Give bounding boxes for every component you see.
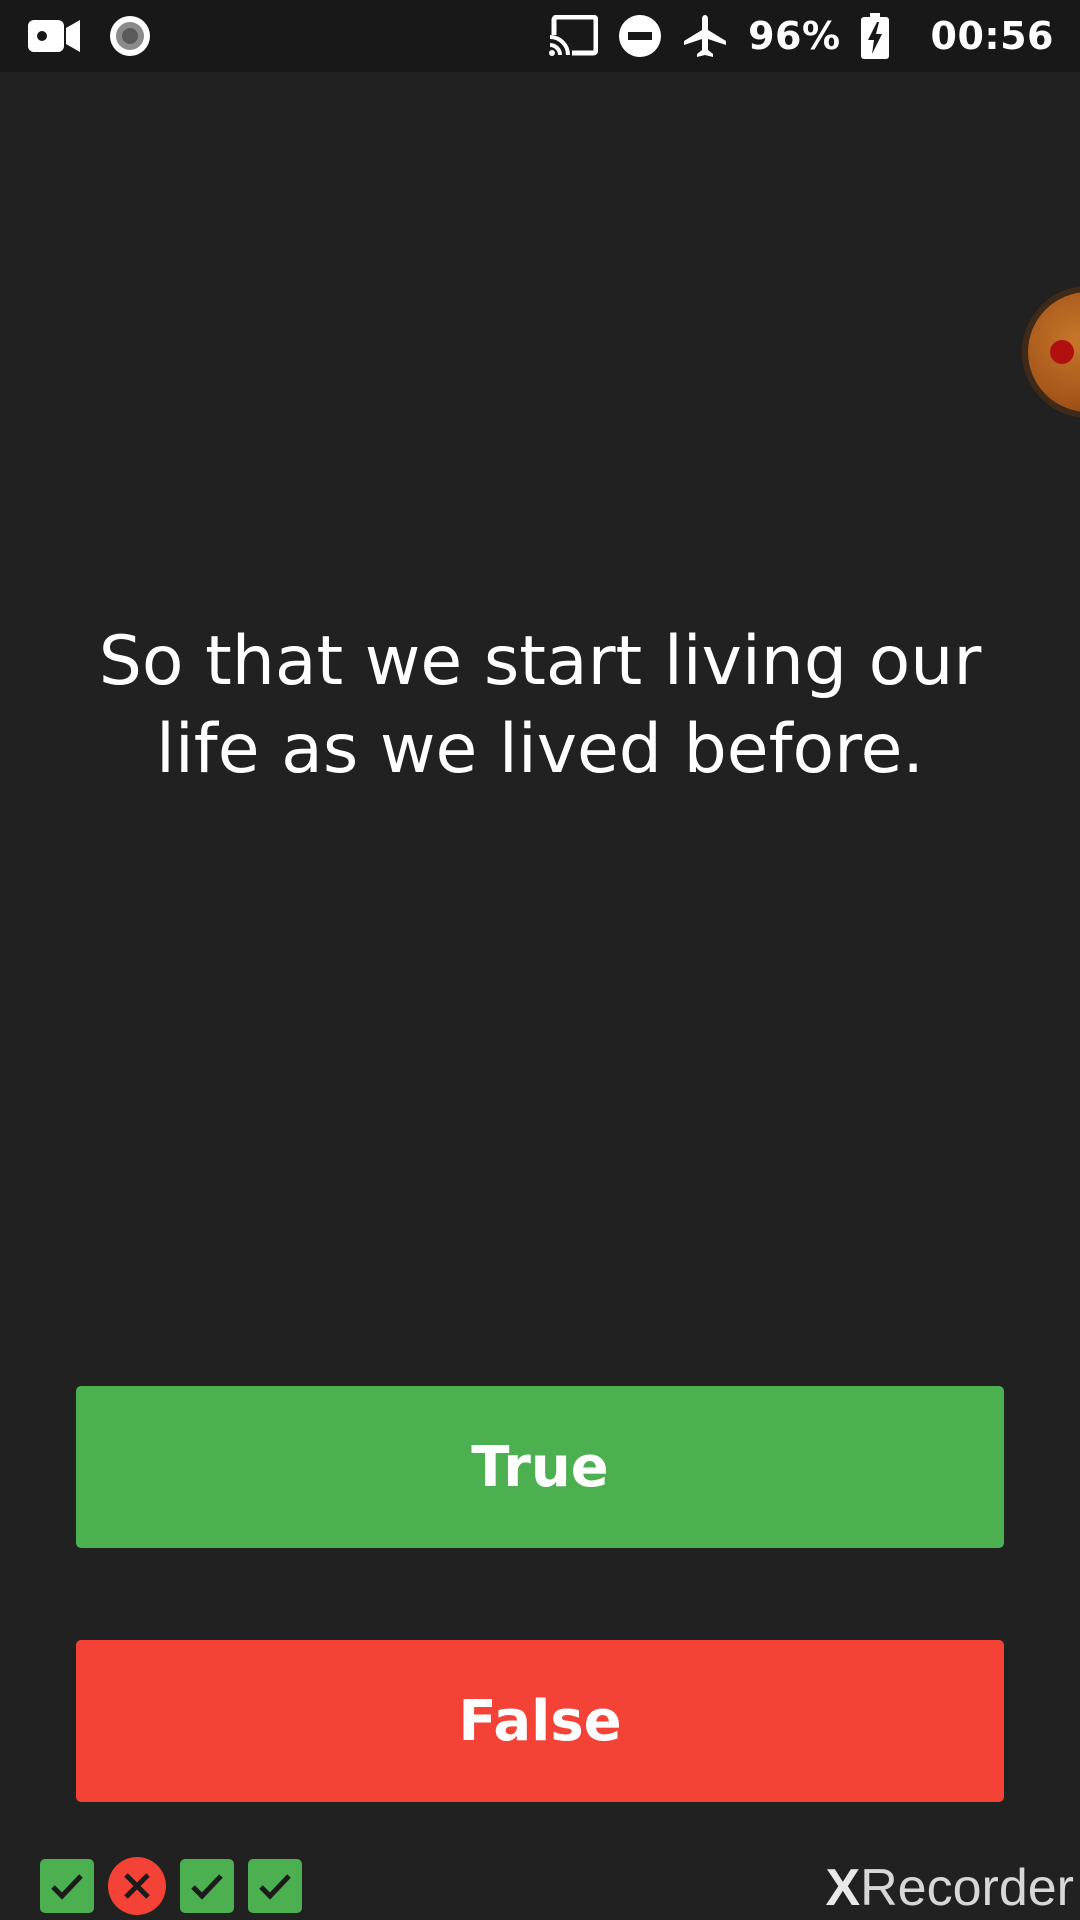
do-not-disturb-icon (618, 14, 662, 58)
recorder-bubble-icon[interactable] (1028, 292, 1080, 412)
correct-mark (248, 1859, 302, 1913)
false-button[interactable]: False (76, 1640, 1004, 1802)
airplane-icon (682, 13, 728, 59)
answer-history (40, 1857, 302, 1915)
cast-icon (548, 15, 599, 57)
check-icon (191, 1874, 223, 1900)
cross-icon (124, 1873, 150, 1899)
quiz-screen: 96% 00:56 So that we start living our li… (0, 0, 1080, 1920)
check-icon (51, 1874, 83, 1900)
correct-mark (180, 1859, 234, 1913)
record-icon (108, 14, 152, 58)
question-text: So that we start living our life as we l… (98, 622, 982, 789)
true-button[interactable]: True (76, 1386, 1004, 1548)
xrecorder-watermark: XRecorder (825, 1859, 1074, 1917)
status-bar-right: 96% 00:56 (548, 12, 1054, 60)
status-time: 00:56 (930, 14, 1054, 58)
status-bar-left (28, 14, 152, 58)
battery-charging-icon (860, 13, 889, 59)
video-camera-icon (28, 16, 82, 56)
check-icon (259, 1874, 291, 1900)
wrong-mark (108, 1857, 166, 1915)
correct-mark (40, 1859, 94, 1913)
battery-percent: 96% (748, 14, 841, 58)
record-dot (1050, 340, 1074, 364)
status-bar: 96% 00:56 (0, 0, 1080, 72)
